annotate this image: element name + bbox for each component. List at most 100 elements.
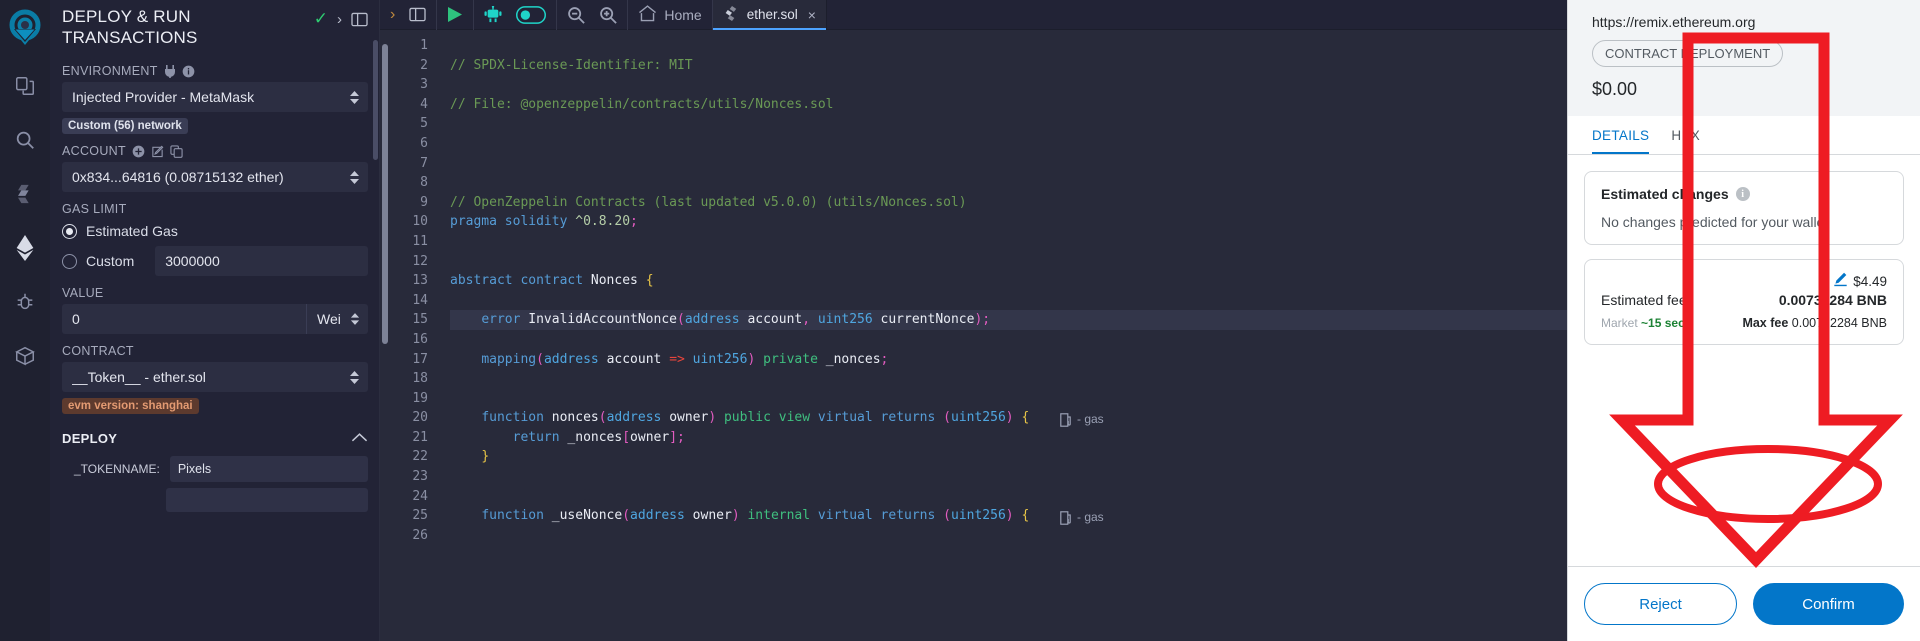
deploy-run-icon[interactable]: [3, 226, 47, 270]
remix-logo[interactable]: [3, 4, 47, 54]
account-select[interactable]: 0x834...64816 (0.08715132 ether): [62, 162, 368, 192]
contract-value: __Token__ - ether.sol: [72, 369, 206, 385]
code-view: 1 2 3 4 5 6 7 8 9 10 11 12 13 14 15 16 17 18 19 20 21 22 23 24 2…: [380, 30, 1567, 641]
plug-icon[interactable]: [164, 64, 176, 78]
ai-robot-icon[interactable]: [484, 6, 502, 23]
zoom-out-icon[interactable]: [567, 6, 586, 24]
fee-market-time: ~15 sec: [1641, 316, 1685, 330]
edit-gas-fee-button[interactable]: $4.49: [1833, 272, 1887, 290]
left-panel-scrollbar[interactable]: [373, 40, 378, 160]
editor-scrollbar-thumb[interactable]: [382, 44, 388, 344]
gas-custom-input[interactable]: 3000000: [155, 246, 368, 276]
run-icon[interactable]: [447, 6, 463, 23]
chevron-updown-icon[interactable]: [349, 170, 360, 185]
chevron-updown-icon[interactable]: [349, 90, 360, 105]
chevron-right-icon[interactable]: ›: [337, 11, 342, 28]
home-icon: [638, 4, 657, 25]
info-icon[interactable]: [182, 65, 195, 78]
value-input[interactable]: 0: [62, 304, 306, 334]
deploy-field-row-partial: [62, 488, 368, 512]
deploy-section-header[interactable]: DEPLOY: [62, 430, 368, 448]
search-icon[interactable]: [3, 118, 47, 162]
edit-account-icon[interactable]: [151, 145, 164, 158]
zoom-in-icon[interactable]: [599, 6, 618, 24]
code-editor-area: › Home ether.sol × 1 2 3 4 5 6 7 8 9 10 …: [380, 0, 1567, 641]
gas-limit-label: GAS LIMIT: [62, 202, 127, 216]
estimated-changes-title: Estimated changes i: [1601, 186, 1887, 202]
check-icon[interactable]: ✓: [314, 9, 328, 29]
editor-toolbar: › Home ether.sol ×: [380, 0, 1567, 30]
estimated-fee-card: $4.49 Estimated fee 0.00732284 BNB Marke…: [1584, 259, 1904, 345]
value-label: VALUE: [62, 286, 104, 300]
code-line: mapping(address account => uint256) priv…: [481, 351, 889, 367]
solidity-compiler-icon[interactable]: [3, 172, 47, 216]
gas-custom-row[interactable]: Custom 3000000: [62, 246, 368, 276]
contract-select[interactable]: __Token__ - ether.sol: [62, 362, 368, 392]
network-badge: Custom (56) network: [62, 118, 188, 134]
panel-body: ENVIRONMENT Injected Provider - MetaMask: [50, 50, 380, 512]
contract-label: CONTRACT: [62, 344, 134, 358]
metamask-tabs: DETAILS HEX: [1568, 116, 1920, 155]
info-icon[interactable]: i: [1735, 187, 1750, 201]
code-line: error InvalidAccountNonce(address accoun…: [450, 310, 1567, 330]
source-code[interactable]: // SPDX-License-Identifier: MIT // File:…: [438, 30, 1567, 641]
solidity-file-icon: [725, 5, 739, 24]
estimated-changes-body: No changes predicted for your wallet: [1601, 214, 1829, 230]
deploy-field-input-partial[interactable]: [166, 488, 368, 512]
tab-hex[interactable]: HEX: [1671, 116, 1700, 154]
file-explorer-icon[interactable]: [3, 64, 47, 108]
gas-custom-label: Custom: [86, 253, 135, 269]
gas-estimated-radio[interactable]: [62, 223, 77, 239]
chevron-right-icon[interactable]: ›: [390, 6, 395, 24]
code-line: abstract contract Nonces {: [450, 273, 654, 289]
fee-market-label: Market: [1601, 316, 1638, 330]
account-value: 0x834...64816 (0.08715132 ether): [72, 169, 284, 185]
gas-estimated-row[interactable]: Estimated Gas: [62, 223, 368, 239]
code-line: function _useNonce(address owner) intern…: [481, 508, 1104, 525]
icon-rail: [0, 0, 50, 641]
chevron-up-icon[interactable]: [351, 430, 368, 446]
toolbar-group-panel: ›: [380, 0, 438, 30]
home-label: Home: [664, 6, 702, 23]
gas-custom-radio[interactable]: [62, 253, 77, 269]
panel-layout-icon[interactable]: [351, 12, 368, 27]
remix-ide-window: DEPLOY & RUN TRANSACTIONS ✓ › ENVIRONMEN…: [0, 0, 1920, 641]
panel-header: DEPLOY & RUN TRANSACTIONS ✓ ›: [50, 0, 380, 50]
max-fee-label: Max fee: [1742, 316, 1789, 330]
chevron-updown-icon[interactable]: [349, 370, 360, 385]
transaction-type-pill: CONTRACT DEPLOYMENT: [1592, 40, 1784, 67]
plugin-manager-icon[interactable]: [3, 334, 47, 378]
value-unit-select[interactable]: Wei: [306, 304, 368, 334]
reject-button[interactable]: Reject: [1584, 583, 1737, 625]
transaction-amount: $0.00: [1592, 79, 1638, 99]
debugger-icon[interactable]: [3, 280, 47, 324]
code-line: pragma solidity ^0.8.20;: [450, 214, 638, 230]
deploy-run-panel: DEPLOY & RUN TRANSACTIONS ✓ › ENVIRONMEN…: [50, 0, 380, 641]
max-fee-value: 0.00732284 BNB: [1791, 316, 1887, 330]
close-icon[interactable]: ×: [808, 7, 816, 23]
pencil-icon: [1833, 272, 1848, 290]
toggle-panel-icon[interactable]: [409, 7, 426, 22]
add-account-icon[interactable]: [132, 145, 145, 158]
copy-account-icon[interactable]: [170, 144, 183, 158]
chevron-updown-icon[interactable]: [350, 312, 360, 326]
editor-tab-ether-sol[interactable]: ether.sol ×: [712, 0, 827, 30]
line-numbers: 1 2 3 4 5 6 7 8 9 10 11 12 13 14 15 16 17 18 19 20 21 22 23 24 2…: [390, 30, 438, 641]
editor-scrollbar[interactable]: [380, 30, 390, 641]
confirm-button[interactable]: Confirm: [1753, 583, 1904, 625]
ai-toggle-switch[interactable]: [516, 5, 547, 24]
deploy-field-input[interactable]: Pixels: [169, 456, 368, 482]
home-button[interactable]: Home: [638, 4, 702, 25]
tab-details[interactable]: DETAILS: [1592, 116, 1650, 154]
code-line: // File: @openzeppelin/contracts/utils/N…: [450, 96, 834, 112]
metamask-confirmation-popup: https://remix.ethereum.org CONTRACT DEPL…: [1567, 0, 1920, 641]
environment-select[interactable]: Injected Provider - MetaMask: [62, 82, 368, 112]
code-line: // SPDX-License-Identifier: MIT: [450, 57, 693, 73]
